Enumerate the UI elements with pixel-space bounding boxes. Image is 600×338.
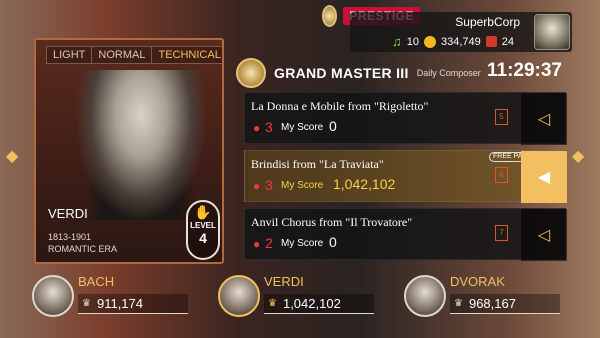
- difficulty-tabs: LIGHT NORMAL TECHNICAL: [46, 46, 222, 64]
- leaderboard-score-bar: ♛ 911,174: [78, 294, 188, 314]
- coin-icon: [424, 35, 436, 48]
- music-note-icon: ♫: [392, 34, 402, 49]
- previous-composer-arrow-icon[interactable]: ◆: [6, 146, 18, 166]
- crown-icon: ♛: [268, 298, 277, 309]
- level-badge: ✋ LEVEL 4: [186, 200, 220, 260]
- leaderboard-entry-bach[interactable]: BACH ♛ 911,174: [32, 272, 202, 320]
- song-item[interactable]: Anvil Chorus from "Il Trovatore" ● 2 My …: [244, 208, 567, 261]
- hand-icon: ✋: [194, 204, 212, 220]
- composer-avatar-verdi: [218, 275, 260, 317]
- score-label: My Score: [281, 180, 324, 191]
- composer-portrait: [76, 70, 206, 220]
- leaderboard-entry-verdi[interactable]: VERDI ♛ 1,042,102: [218, 272, 388, 320]
- coins-count: 334,749: [441, 35, 481, 48]
- pin-count: 2: [265, 235, 273, 251]
- tab-technical[interactable]: TECHNICAL: [152, 47, 222, 63]
- song-item[interactable]: La Donna e Mobile from "Rigoletto" ● 3 M…: [244, 92, 567, 145]
- song-item-selected[interactable]: Brindisi from "La Traviata" FREE PASS ● …: [244, 150, 567, 203]
- speaker-icon[interactable]: ◁: [521, 93, 567, 145]
- leaderboard-score: 911,174: [96, 296, 143, 311]
- leaderboard-name: VERDI: [264, 274, 304, 289]
- map-pin-icon: ●: [253, 121, 261, 135]
- leaderboard-name: DVORAK: [450, 274, 505, 289]
- rank-subtitle: Daily Composer: [416, 68, 481, 78]
- composer-years: 1813-1901: [48, 232, 92, 242]
- composer-avatar-bach: [32, 275, 74, 317]
- leaderboard-name: BACH: [78, 274, 115, 289]
- rank-header: GRAND MASTER III Daily Composer 11:29:37: [236, 58, 566, 88]
- player-avatar[interactable]: [534, 14, 570, 50]
- crown-icon: ♛: [454, 298, 463, 309]
- gems-count: 24: [501, 35, 515, 48]
- leaderboard-score: 968,167: [468, 296, 516, 311]
- rank-title: GRAND MASTER III: [274, 65, 409, 81]
- map-pin-icon: ●: [253, 179, 261, 193]
- speaker-icon[interactable]: ◁: [521, 209, 567, 261]
- tab-normal[interactable]: NORMAL: [92, 47, 153, 63]
- crown-icon: ♛: [82, 298, 91, 309]
- song-list: La Donna e Mobile from "Rigoletto" ● 3 M…: [244, 92, 567, 264]
- pin-count: 3: [265, 119, 273, 135]
- level-value: 4: [199, 230, 207, 246]
- level-label: LEVEL: [190, 221, 216, 230]
- speaker-icon[interactable]: ◀: [521, 151, 567, 203]
- username: SuperbCorp: [455, 15, 520, 29]
- player-bar[interactable]: SuperbCorp ♫ 10 334,749 24: [350, 12, 572, 52]
- composer-card: LIGHT NORMAL TECHNICAL VERDI 1813-1901 R…: [34, 38, 224, 264]
- next-composer-arrow-icon[interactable]: ◆: [572, 146, 584, 166]
- song-title: Anvil Chorus from "Il Trovatore": [251, 215, 413, 229]
- song-number: 7: [495, 225, 508, 241]
- composer-avatar-dvorak: [404, 275, 446, 317]
- tab-light[interactable]: LIGHT: [47, 47, 93, 63]
- prestige-medal-icon: [322, 5, 338, 27]
- song-number: 6: [495, 167, 508, 183]
- score-label: My Score: [281, 238, 324, 249]
- song-title: La Donna e Mobile from "Rigoletto": [251, 99, 429, 113]
- composer-name: VERDI: [48, 206, 88, 221]
- leaderboard-score: 1,042,102: [282, 296, 341, 311]
- song-score: 0: [329, 234, 337, 250]
- pin-count: 3: [265, 177, 273, 193]
- gem-icon: [485, 36, 497, 47]
- leaderboard-score-bar: ♛ 968,167: [450, 294, 560, 314]
- notes-count: 10: [406, 35, 419, 48]
- song-score: 0: [329, 118, 337, 134]
- composer-era: ROMANTIC ERA: [48, 244, 118, 254]
- currency-stats: ♫ 10 334,749 24: [392, 34, 514, 49]
- song-number: 5: [495, 109, 508, 125]
- song-score: 1,042,102: [333, 176, 396, 192]
- song-title: Brindisi from "La Traviata": [251, 157, 384, 171]
- score-label: My Score: [281, 122, 324, 133]
- timer: 11:29:37: [486, 60, 562, 81]
- leaderboard-entry-dvorak[interactable]: DVORAK ♛ 968,167: [404, 272, 574, 320]
- leaderboard-score-bar: ♛ 1,042,102: [264, 294, 374, 314]
- map-pin-icon: ●: [253, 237, 261, 251]
- grand-master-medal-icon: [236, 58, 266, 88]
